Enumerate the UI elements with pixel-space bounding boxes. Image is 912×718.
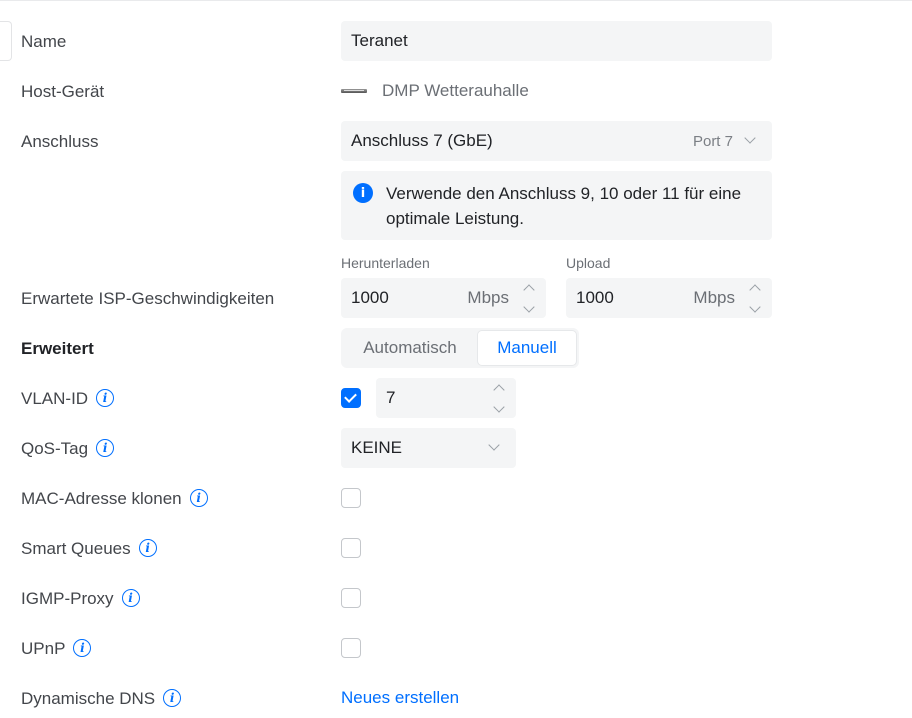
port-hint: Port 7: [692, 132, 758, 150]
info-icon[interactable]: i: [163, 689, 182, 707]
upload-unit: Mbps: [693, 288, 735, 307]
chevron-down-icon[interactable]: [493, 400, 505, 413]
advanced-label: Erweitert: [21, 338, 94, 358]
host-device-value: DMP Wetterauhalle: [341, 71, 529, 111]
chevron-down-icon: [744, 132, 756, 144]
chevron-down-icon[interactable]: [523, 300, 535, 313]
name-label: Name: [21, 31, 67, 51]
create-dynamic-dns-link[interactable]: Neues erstellen: [341, 678, 459, 718]
smart-queues-label: Smart Queues i: [21, 528, 157, 568]
download-speed-value: 1000: [351, 288, 389, 307]
igmp-proxy-checkbox[interactable]: [341, 588, 361, 608]
port-hint-text: Port 7: [692, 132, 733, 150]
upnp-label: UPnP i: [21, 628, 92, 668]
device-icon: [341, 89, 367, 93]
download-stepper[interactable]: [523, 282, 535, 315]
upload-stepper[interactable]: [749, 282, 761, 315]
vlan-id-label-text: VLAN-ID: [21, 388, 89, 408]
qos-tag-label-text: QoS-Tag: [21, 438, 89, 458]
mac-clone-label: MAC-Adresse klonen i: [21, 478, 208, 518]
qos-tag-label: QoS-Tag i: [21, 428, 115, 468]
mode-manual-option[interactable]: Manuell: [477, 330, 577, 366]
chevron-up-icon[interactable]: [749, 283, 761, 296]
chevron-down-icon[interactable]: [749, 300, 761, 313]
port-select-value: Anschluss 7 (GbE): [351, 131, 493, 150]
dynamic-dns-label: Dynamische DNS i: [21, 678, 182, 718]
name-input[interactable]: Teranet: [341, 21, 772, 61]
info-icon[interactable]: i: [96, 389, 115, 407]
top-divider: [0, 0, 912, 1]
vlan-id-value: 7: [386, 388, 396, 407]
host-device-label: Host-Gerät: [21, 81, 105, 101]
download-speed-input[interactable]: 1000 Mbps: [341, 278, 546, 318]
download-label: Herunterladen: [341, 255, 430, 271]
qos-tag-select[interactable]: KEINE: [341, 428, 516, 468]
chevron-up-icon[interactable]: [523, 283, 535, 296]
info-icon[interactable]: i: [96, 439, 115, 457]
vlan-id-checkbox[interactable]: [341, 388, 361, 408]
smart-queues-checkbox[interactable]: [341, 538, 361, 558]
chevron-up-icon[interactable]: [493, 383, 505, 396]
download-unit: Mbps: [467, 288, 509, 307]
vlan-id-label: VLAN-ID i: [21, 378, 115, 418]
upnp-checkbox[interactable]: [341, 638, 361, 658]
host-device-name: DMP Wetterauhalle: [382, 81, 529, 100]
smart-queues-label-text: Smart Queues: [21, 538, 131, 558]
port-notice: i Verwende den Anschluss 9, 10 oder 11 f…: [341, 171, 772, 240]
qos-tag-value: KEINE: [351, 438, 403, 457]
advanced-mode-toggle: Automatisch Manuell: [341, 328, 579, 368]
vlan-id-stepper[interactable]: [493, 382, 505, 415]
dynamic-dns-label-text: Dynamische DNS: [21, 688, 156, 708]
info-icon[interactable]: i: [189, 489, 208, 507]
mac-clone-checkbox[interactable]: [341, 488, 361, 508]
port-label: Anschluss: [21, 131, 99, 151]
info-icon: i: [353, 183, 373, 203]
chevron-down-icon: [488, 439, 500, 451]
upload-label: Upload: [566, 255, 611, 271]
port-select[interactable]: Anschluss 7 (GbE) Port 7: [341, 121, 772, 161]
igmp-proxy-label-text: IGMP-Proxy: [21, 588, 114, 608]
info-icon[interactable]: i: [121, 589, 140, 607]
isp-speeds-label: Erwartete ISP-Geschwindigkeiten: [21, 288, 275, 308]
igmp-proxy-label: IGMP-Proxy i: [21, 578, 140, 618]
port-notice-text: Verwende den Anschluss 9, 10 oder 11 für…: [386, 184, 742, 228]
upnp-label-text: UPnP: [21, 638, 66, 658]
vlan-id-input[interactable]: 7: [376, 378, 516, 418]
side-panel-edge: [0, 21, 12, 61]
upload-speed-value: 1000: [576, 288, 614, 307]
mode-automatic-option[interactable]: Automatisch: [343, 330, 477, 366]
name-input-value: Teranet: [351, 31, 408, 50]
info-icon[interactable]: i: [73, 639, 92, 657]
info-icon[interactable]: i: [138, 539, 157, 557]
mac-clone-label-text: MAC-Adresse klonen: [21, 488, 182, 508]
upload-speed-input[interactable]: 1000 Mbps: [566, 278, 772, 318]
